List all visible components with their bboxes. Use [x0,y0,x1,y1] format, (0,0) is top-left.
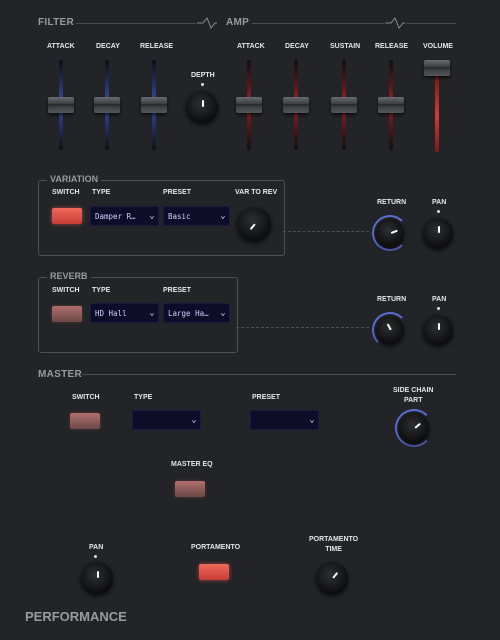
variation-preset-label: PRESET [163,189,192,196]
variation-return-knob[interactable] [376,219,404,247]
reverb-type-select[interactable]: HD Hall ⌄ [90,303,159,323]
reverb-preset-label: PRESET [163,287,192,294]
connector-line [283,231,369,232]
reverb-switch[interactable] [52,306,82,322]
filter-release-slider[interactable] [141,97,167,113]
amp-attack-label: ATTACK [237,43,265,50]
performance-title: PERFORMANCE [25,609,127,624]
filter-decay-label: DECAY [96,43,120,50]
divider [406,23,456,24]
reverb-type-value: HD Hall [95,308,127,318]
chevron-down-icon: ⌄ [149,211,155,221]
variation-type-label: TYPE [92,189,111,196]
variation-preset-select[interactable]: Basic ⌄ [163,206,230,226]
chevron-down-icon: ⌄ [149,308,155,318]
filter-attack-label: ATTACK [47,43,75,50]
variation-switch-label: SWITCH [52,189,80,196]
volume-slider[interactable] [424,60,450,76]
divider [252,23,384,24]
performance-panel: FILTER AMP ATTACK DECAY RELEASE DEPTH AT… [0,0,500,640]
variation-preset-value: Basic [168,211,191,221]
knob-center-dot [201,83,204,86]
envelope-wave-icon [385,17,405,29]
reverb-pan-knob[interactable] [423,315,453,345]
amp-sustain-label: SUSTAIN [330,43,361,50]
amp-section-title: AMP [226,17,250,28]
chevron-down-icon: ⌄ [220,308,226,318]
portamento-label: PORTAMENTO [191,544,241,551]
reverb-preset-value: Large Ha… [168,308,209,318]
knob-center-dot [94,555,97,558]
master-eq-label: MASTER EQ [171,461,213,468]
reverb-title: REVERB [47,271,91,281]
amp-release-label: RELEASE [375,43,409,50]
master-type-select[interactable]: ⌄ [132,410,201,430]
portamento-time-label: PORTAMENTO TIME [309,536,359,553]
variation-type-value: Damper R… [95,211,136,221]
depth-knob[interactable] [186,91,218,123]
depth-label: DEPTH [191,72,215,79]
reverb-preset-select[interactable]: Large Ha… ⌄ [163,303,230,323]
amp-attack-slider[interactable] [236,97,262,113]
master-switch[interactable] [70,413,100,429]
volume-label: VOLUME [423,43,453,50]
envelope-wave-icon [197,17,217,29]
variation-return-label: RETURN [377,199,407,206]
variation-switch[interactable] [52,208,82,224]
pan-knob[interactable] [81,562,113,594]
variation-type-select[interactable]: Damper R… ⌄ [90,206,159,226]
filter-attack-slider[interactable] [48,97,74,113]
knob-center-dot [437,210,440,213]
amp-decay-slider[interactable] [283,97,309,113]
master-section-title: MASTER [38,369,83,380]
variation-pan-label: PAN [432,199,447,206]
reverb-switch-label: SWITCH [52,287,80,294]
variation-pan-knob[interactable] [423,218,453,248]
knob-center-dot [437,307,440,310]
amp-sustain-slider[interactable] [331,97,357,113]
side-chain-part-knob[interactable] [399,413,429,443]
master-preset-label: PRESET [252,394,281,401]
reverb-pan-label: PAN [432,296,447,303]
chevron-down-icon: ⌄ [309,415,315,425]
var-to-rev-label: VAR TO REV [235,189,278,196]
filter-section-title: FILTER [38,17,75,28]
reverb-return-label: RETURN [377,296,407,303]
chevron-down-icon: ⌄ [191,415,197,425]
side-chain-part-label: SIDE CHAIN PART [393,387,434,404]
connector-line [236,327,369,328]
master-switch-label: SWITCH [72,394,100,401]
portamento-switch[interactable] [199,564,229,580]
chevron-down-icon: ⌄ [220,211,226,221]
divider [76,23,196,24]
divider [82,374,456,375]
reverb-return-knob[interactable] [376,316,404,344]
pan-label: PAN [89,544,104,551]
amp-decay-label: DECAY [285,43,309,50]
master-preset-select[interactable]: ⌄ [250,410,319,430]
master-type-label: TYPE [134,394,153,401]
portamento-time-knob[interactable] [316,562,348,594]
reverb-type-label: TYPE [92,287,111,294]
master-eq-switch[interactable] [175,481,205,497]
filter-decay-slider[interactable] [94,97,120,113]
filter-release-label: RELEASE [140,43,174,50]
amp-release-slider[interactable] [378,97,404,113]
var-to-rev-knob[interactable] [237,207,271,241]
variation-title: VARIATION [47,174,102,184]
